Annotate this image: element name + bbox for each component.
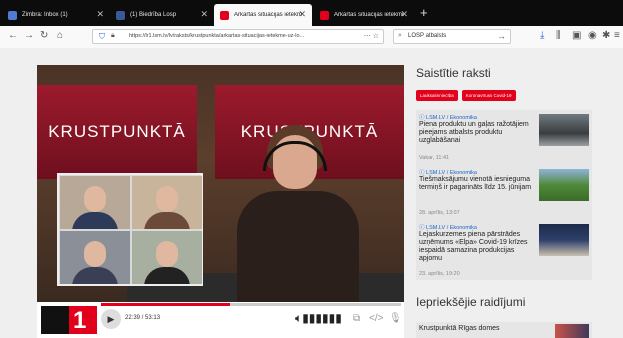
video-player[interactable]: KRUSTPUNKTĀ KRUSTPUNKTĀ (37, 65, 404, 302)
tab-label: Ārkārtas situācijas ietekme uz ... (234, 12, 302, 18)
url-text: https://lr1.lsm.lv/lv/raksts/krustpunkta… (129, 33, 305, 39)
close-icon[interactable]: ✕ (400, 9, 408, 20)
tab-arkartas[interactable]: Ārkārtas situācijas ietekme uz ... ✕ (314, 4, 414, 26)
article-title[interactable]: Piena produktu un gaļas ražotājiem pieej… (419, 121, 537, 145)
article-title[interactable]: Tiešmaksājumu vienotā iesnieguma termiņš… (419, 176, 537, 192)
time-display: 22:39 / 53:13 (125, 315, 161, 321)
volume-icon[interactable]: 🔈︎▮▮▮▮▮▮ (295, 311, 342, 326)
tag-lauksaimnieciba[interactable]: Lauksaimniecība (416, 90, 458, 101)
download-icon[interactable]: ⤓ (540, 30, 544, 41)
article-date: Vakar, 11:41 (419, 155, 450, 161)
lsm-favicon-icon (320, 10, 329, 20)
popout-icon[interactable]: ⧉ (353, 313, 360, 324)
play-button[interactable]: ▶ (101, 309, 121, 329)
page-content: KRUSTPUNKTĀ KRUSTPUNKTĀ 1 ▶ 22: (0, 48, 623, 338)
related-articles-heading: Saistītie raksti (416, 66, 491, 80)
search-icon: ⌕ (398, 32, 402, 39)
page-actions-icon[interactable]: ⋯ ☆ (360, 32, 379, 40)
search-input[interactable]: ⌕ LOSP atbalsts → (393, 29, 511, 44)
close-icon[interactable]: ✕ (200, 9, 208, 20)
studio-screen-left: KRUSTPUNKTĀ (37, 85, 197, 179)
logo-number: 1 (73, 307, 87, 334)
previous-episode-item[interactable]: Krustpunktā Rīgas domes (416, 322, 592, 338)
forward-icon[interactable]: → (24, 30, 34, 41)
progress-fill (101, 303, 230, 306)
tab-label: (1) Biedrība Losp (130, 12, 177, 18)
previous-episode-thumbnail[interactable] (555, 324, 589, 338)
url-bar[interactable]: ⛉ 🔒︎ https://lr1.lsm.lv/lv/raksts/krustp… (92, 29, 384, 44)
progress-bar[interactable] (101, 303, 401, 306)
lock-icon: 🔒︎ (111, 32, 115, 39)
account-icon[interactable]: ◉ (588, 30, 597, 41)
close-icon[interactable]: ✕ (298, 9, 306, 20)
article-date: 23. aprīlis, 19:20 (419, 271, 460, 277)
article-card[interactable]: ⓘ LSM.LV / Ekonomika Tiešmaksājumu vieno… (416, 165, 592, 220)
play-icon: ▶ (107, 313, 115, 324)
home-icon[interactable]: ⌂ (57, 30, 63, 41)
article-category: ⓘ LSM.LV / Ekonomika (419, 170, 477, 176)
article-date: 28. aprīlis, 13:07 (419, 210, 460, 216)
embed-icon[interactable]: </> (369, 313, 383, 324)
video-call-tile (60, 231, 130, 284)
article-card[interactable]: ⓘ LSM.LV / Ekonomika Lejaskurzemes piena… (416, 220, 592, 280)
navigation-bar: ← → ↻ ⌂ ⛉ 🔒︎ https://lr1.lsm.lv/lv/rakst… (0, 26, 623, 49)
article-thumbnail[interactable] (539, 114, 589, 146)
zimbra-favicon-icon (8, 10, 17, 20)
lsm-favicon-icon (220, 10, 229, 20)
video-call-tile (132, 231, 202, 284)
presenter (233, 121, 363, 302)
tab-biedriba[interactable]: (1) Biedrība Losp ✕ (110, 4, 214, 26)
tab-label: Zimbra: Inbox (1) (22, 12, 68, 18)
article-category: ⓘ LSM.LV / Ekonomika (419, 115, 477, 121)
close-icon[interactable]: ✕ (96, 9, 104, 20)
video-call-grid (57, 173, 203, 286)
article-category: ⓘ LSM.LV / Ekonomika (419, 225, 477, 231)
facebook-favicon-icon (116, 10, 125, 20)
browser-tab-bar: Zimbra: Inbox (1) ✕ (1) Biedrība Losp ✕ … (0, 0, 623, 26)
article-title[interactable]: Lejaskurzemes piena pārstrādes uzņēmums … (419, 231, 537, 263)
previous-episode-title[interactable]: Krustpunktā Rīgas domes (419, 325, 500, 332)
back-icon[interactable]: ← (8, 30, 18, 41)
latvijas-radio-1-logo: 1 (41, 306, 97, 334)
video-call-tile (132, 176, 202, 229)
article-thumbnail[interactable] (539, 224, 589, 256)
microphone-icon[interactable]: 🎙︎ (389, 313, 402, 324)
extension-icon[interactable]: ✱ (602, 30, 610, 41)
article-thumbnail[interactable] (539, 169, 589, 201)
search-go-icon[interactable]: → (497, 31, 506, 41)
tag-list: Lauksaimniecība Koronavīruss Covid-19 (416, 90, 516, 101)
reload-icon[interactable]: ↻ (40, 30, 48, 41)
tab-label: Ārkārtas situācijas ietekme uz ... (334, 12, 404, 18)
new-tab-button[interactable]: + (420, 5, 428, 20)
tab-zimbra[interactable]: Zimbra: Inbox (1) ✕ (2, 4, 110, 26)
previous-episodes-heading: Iepriekšējie raidījumi (416, 295, 526, 309)
player-controls: 1 ▶ 22:39 / 53:13 🔈︎▮▮▮▮▮▮ ⧉ </> 🎙︎ (37, 302, 404, 338)
menu-icon[interactable]: ≡ (614, 30, 620, 41)
logo-black-block (41, 306, 69, 334)
presenter-body (237, 191, 359, 302)
tab-arkartas-active[interactable]: Ārkārtas situācijas ietekme uz ... ✕ (214, 4, 312, 26)
sidebar-icon[interactable]: ▣ (572, 30, 581, 41)
search-value: LOSP atbalsts (408, 33, 447, 39)
shield-icon: ⛉ (99, 32, 105, 41)
article-card[interactable]: ⓘ LSM.LV / Ekonomika Piena produktu un g… (416, 110, 592, 165)
tag-koronaviruss[interactable]: Koronavīruss Covid-19 (461, 90, 516, 101)
library-icon[interactable]: ⫼ (556, 30, 561, 41)
studio-screen-text: KRUSTPUNKTĀ (48, 122, 186, 141)
video-call-tile (60, 176, 130, 229)
